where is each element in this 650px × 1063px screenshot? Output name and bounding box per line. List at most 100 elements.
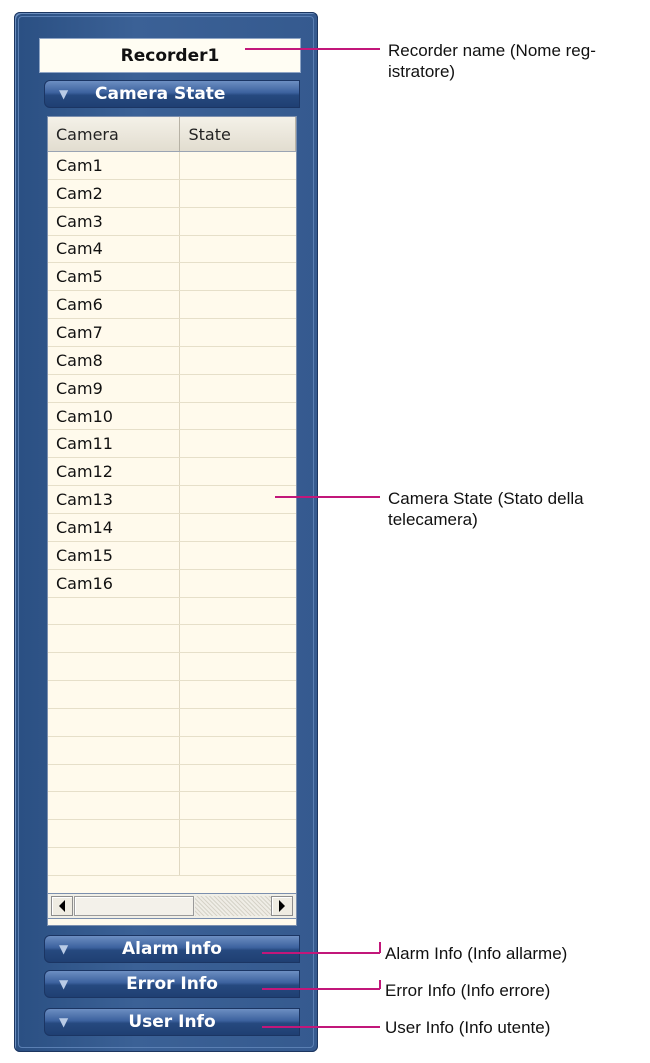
camera-state-cell	[180, 403, 296, 430]
user-info-annotation: User Info (Info utente)	[385, 1018, 551, 1037]
error-info-leader-line	[262, 988, 380, 990]
table-row[interactable]	[48, 597, 296, 626]
error-info-section-header[interactable]: ▼ Error Info	[44, 970, 300, 998]
camera-state-cell	[180, 236, 296, 263]
camera-state-cell	[180, 152, 296, 179]
table-row[interactable]: Cam8	[48, 346, 296, 375]
horizontal-scrollbar[interactable]	[47, 893, 297, 919]
camera-name-cell	[48, 764, 181, 792]
collapse-arrow-icon: ▼	[59, 87, 69, 101]
camera-state-cell	[180, 765, 296, 792]
camera-name-cell: Cam13	[48, 486, 181, 513]
camera-state-cell	[180, 319, 296, 346]
camera-state-cell	[180, 514, 296, 541]
camera-name-cell: Cam8	[48, 346, 181, 374]
scroll-thumb[interactable]	[74, 896, 194, 916]
camera-state-cell	[180, 542, 296, 569]
table-row[interactable]: Cam14	[48, 513, 296, 542]
recorder-name-label: Recorder1	[39, 38, 301, 73]
alarm-info-label: Alarm Info	[122, 939, 222, 959]
arrow-left-icon	[59, 900, 65, 912]
recorder-name-annotation: Recorder name (Nome reg- istratore)	[388, 41, 596, 81]
camera-name-cell: Cam3	[48, 207, 181, 235]
table-row[interactable]: Cam7	[48, 319, 296, 347]
user-info-leader-line	[262, 1026, 380, 1028]
table-row[interactable]	[48, 708, 296, 737]
table-row[interactable]	[48, 792, 296, 821]
table-row[interactable]: Cam2	[48, 179, 296, 208]
camera-name-cell: Cam1	[48, 152, 181, 179]
table-row[interactable]	[48, 653, 296, 682]
camera-state-cell	[180, 347, 296, 374]
camera-state-cell	[180, 208, 296, 235]
camera-state-section-header[interactable]: ▼ Camera State	[44, 80, 300, 108]
camera-name-cell: Cam15	[48, 541, 181, 569]
table-row[interactable]: Cam10	[48, 402, 296, 431]
error-info-leader-tick	[379, 980, 381, 989]
user-info-section-header[interactable]: ▼ User Info	[44, 1008, 300, 1036]
error-info-label: Error Info	[126, 974, 218, 994]
table-row[interactable]	[48, 764, 296, 793]
camera-name-cell	[48, 708, 181, 736]
table-row[interactable]: Cam1	[48, 152, 296, 180]
table-row[interactable]: Cam5	[48, 263, 296, 292]
scroll-track[interactable]	[195, 896, 271, 916]
scroll-left-button[interactable]	[51, 896, 73, 916]
camera-state-cell	[180, 375, 296, 402]
table-row[interactable]: Cam6	[48, 291, 296, 320]
camera-name-cell	[48, 597, 181, 625]
camera-name-cell: Cam2	[48, 179, 181, 207]
table-row[interactable]	[48, 820, 296, 849]
alarm-info-leader-line	[262, 952, 380, 954]
camera-name-cell: Cam7	[48, 319, 181, 346]
camera-name-cell	[48, 736, 181, 764]
table-row[interactable]: Cam4	[48, 235, 296, 264]
camera-name-cell: Cam9	[48, 374, 181, 402]
camera-name-cell: Cam16	[48, 569, 181, 597]
table-row[interactable]: Cam12	[48, 458, 296, 487]
column-header-state[interactable]: State	[180, 117, 296, 151]
alarm-info-annotation: Alarm Info (Info allarme)	[385, 944, 568, 963]
camera-state-cell	[180, 486, 296, 513]
scroll-right-button[interactable]	[271, 896, 293, 916]
camera-state-cell	[180, 792, 296, 819]
camera-name-cell	[48, 792, 181, 820]
table-row[interactable]	[48, 681, 296, 709]
camera-name-cell: Cam6	[48, 291, 181, 319]
camera-state-cell	[180, 848, 296, 875]
table-row[interactable]: Cam3	[48, 207, 296, 236]
table-row[interactable]: Cam9	[48, 374, 296, 403]
alarm-info-section-header[interactable]: ▼ Alarm Info	[44, 935, 300, 963]
table-row[interactable]	[48, 625, 296, 654]
camera-name-cell: Cam5	[48, 263, 181, 291]
camera-name-cell	[48, 681, 181, 708]
camera-state-cell	[180, 430, 296, 457]
arrow-right-icon	[279, 900, 285, 912]
camera-state-cell	[180, 598, 296, 625]
camera-name-cell	[48, 848, 181, 875]
alarm-info-leader-tick	[379, 942, 381, 953]
camera-state-cell	[180, 681, 296, 708]
recorder-name-leader-line	[245, 48, 380, 50]
camera-name-cell: Cam10	[48, 402, 181, 430]
camera-state-cell	[180, 737, 296, 764]
table-row[interactable]: Cam11	[48, 430, 296, 459]
camera-state-cell	[180, 291, 296, 318]
table-row[interactable]: Cam15	[48, 541, 296, 570]
table-body: Cam1 Cam2 Cam3 Cam4 Cam5 Cam6 Cam7 Cam8 Cam9 Cam1…	[48, 152, 296, 876]
camera-state-cell	[180, 263, 296, 290]
table-row[interactable]	[48, 736, 296, 765]
table-row[interactable]	[48, 848, 296, 876]
camera-name-cell: Cam4	[48, 235, 181, 263]
camera-name-cell: Cam12	[48, 458, 181, 486]
table-row[interactable]: Cam16	[48, 569, 296, 598]
column-header-camera[interactable]: Camera	[48, 117, 181, 151]
camera-state-cell	[180, 820, 296, 847]
camera-state-table: Camera State Cam1 Cam2 Cam3 Cam4 Cam5 Cam6 Cam…	[47, 116, 297, 926]
camera-state-cell	[180, 653, 296, 680]
camera-name-cell	[48, 820, 181, 848]
table-row[interactable]: Cam13	[48, 486, 296, 514]
camera-name-cell	[48, 653, 181, 681]
camera-state-leader-line	[275, 496, 380, 498]
table-header: Camera State	[48, 117, 296, 152]
